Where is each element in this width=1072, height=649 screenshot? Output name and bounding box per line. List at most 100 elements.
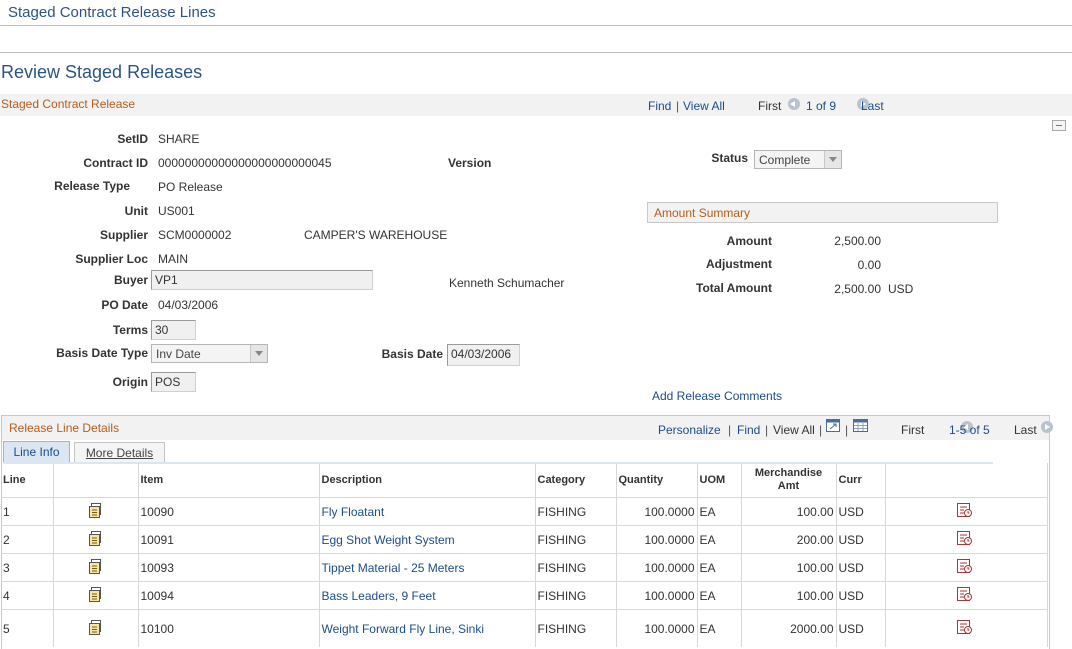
title-divider [0,52,1072,53]
setid-value: SHARE [158,132,199,146]
item-id: 10091 [138,526,319,554]
separator: | [819,423,822,437]
item-id: 10100 [138,610,319,648]
buyer-field[interactable]: VP1 [151,270,373,290]
schedule-icon[interactable] [885,554,1047,582]
release-lines-table: Line Item Description Category Quantity … [1,463,1048,647]
uom: EA [697,498,741,526]
total-amount-label: Total Amount [680,281,772,295]
amount-summary-title: Amount Summary [654,206,750,220]
line-number: 4 [1,582,53,610]
item-description-link[interactable]: Tippet Material - 25 Meters [319,554,535,582]
column-header-quantity: Quantity [616,463,697,498]
terms-field[interactable]: 30 [151,320,196,340]
contract-id-value: 00000000000000000000000045 [158,156,332,170]
release-type-label: Release Type [40,179,130,193]
basis-date-type-select[interactable]: Inv Date [151,344,268,363]
basis-date-label: Basis Date [370,347,443,361]
column-header-merchandise-amt: Merchandise Amt [741,463,836,498]
schedule-icon[interactable] [885,610,1047,648]
column-header-curr: Curr [836,463,885,498]
record-range: 1 of 9 [806,99,836,113]
download-grid-icon[interactable] [853,419,868,435]
item-description-link[interactable]: Fly Floatant [319,498,535,526]
view-all-link[interactable]: View All [683,99,725,113]
uom: EA [697,610,741,648]
uom: EA [697,582,741,610]
collapse-icon[interactable] [1052,120,1066,131]
basis-date-field[interactable]: 04/03/2006 [447,344,520,366]
line-number: 5 [1,610,53,648]
grid-range: 1-5 of 5 [949,423,990,437]
amount-label: Amount [680,234,772,248]
chevron-down-icon [824,151,841,168]
section-title: Staged Contract Release [1,97,135,111]
category: FISHING [535,610,616,648]
release-lines-title: Release Line Details [9,421,119,435]
supplier-label: Supplier [60,228,148,242]
first-label: First [758,99,781,113]
origin-field[interactable]: POS [151,372,196,392]
add-release-comments-link[interactable]: Add Release Comments [652,389,782,403]
uom: EA [697,554,741,582]
column-header-item: Item [138,463,319,498]
adjustment-value: 0.00 [800,258,881,272]
unit-value: US001 [158,204,195,218]
item-details-icon[interactable] [53,498,138,526]
grid-view-all-link[interactable]: View All [773,423,815,437]
page-title: Review Staged Releases [1,62,202,83]
table-header-row: Line Item Description Category Quantity … [1,463,1047,498]
grid-find-link[interactable]: Find [737,423,760,437]
origin-label: Origin [60,375,148,389]
previous-icon[interactable] [788,98,800,110]
item-details-icon[interactable] [53,610,138,648]
column-header-line: Line [1,463,53,498]
amount-value: 2,500.00 [800,234,881,248]
last-link[interactable]: Last [861,99,884,113]
buyer-label: Buyer [60,273,148,287]
separator: | [728,423,731,437]
tab-more-details[interactable]: More Details [74,442,165,463]
release-lines-header [2,416,1049,440]
currency: USD [836,582,885,610]
basis-date-type-value: Inv Date [156,347,201,361]
adjustment-label: Adjustment [680,257,772,271]
item-details-icon[interactable] [53,554,138,582]
tab-line-info[interactable]: Line Info [3,441,70,463]
schedule-icon[interactable] [885,582,1047,610]
merchandise-amount: 100.00 [741,582,836,610]
column-header-description: Description [319,463,535,498]
item-id: 10094 [138,582,319,610]
item-details-icon[interactable] [53,582,138,610]
supplier-name: CAMPER'S WAREHOUSE [304,228,447,242]
currency: USD [836,554,885,582]
find-link[interactable]: Find [648,99,671,113]
column-header-schedule [885,463,1047,498]
schedule-icon[interactable] [885,526,1047,554]
item-id: 10093 [138,554,319,582]
category: FISHING [535,498,616,526]
grid-last-label: Last [1014,423,1037,437]
header-divider [0,25,1072,26]
item-id: 10090 [138,498,319,526]
item-description-link[interactable]: Bass Leaders, 9 Feet [319,582,535,610]
item-description-link[interactable]: Egg Shot Weight System [319,526,535,554]
personalize-link[interactable]: Personalize [658,423,721,437]
status-select[interactable]: Complete [754,150,842,169]
schedule-icon[interactable] [885,498,1047,526]
quantity: 100.0000 [616,554,697,582]
next-icon[interactable] [1041,421,1053,433]
zoom-icon[interactable] [826,419,840,435]
chevron-down-icon [250,345,267,362]
item-description-link[interactable]: Weight Forward Fly Line, Sinki [319,610,535,648]
currency: USD [836,526,885,554]
table-row: 110090Fly FloatantFISHING100.0000EA100.0… [1,498,1047,526]
table-row: 310093Tippet Material - 25 MetersFISHING… [1,554,1047,582]
line-number: 1 [1,498,53,526]
column-header-details [53,463,138,498]
quantity: 100.0000 [616,498,697,526]
section-header-bar [0,94,1072,116]
status-label: Status [680,151,748,165]
item-details-icon[interactable] [53,526,138,554]
uom: EA [697,526,741,554]
